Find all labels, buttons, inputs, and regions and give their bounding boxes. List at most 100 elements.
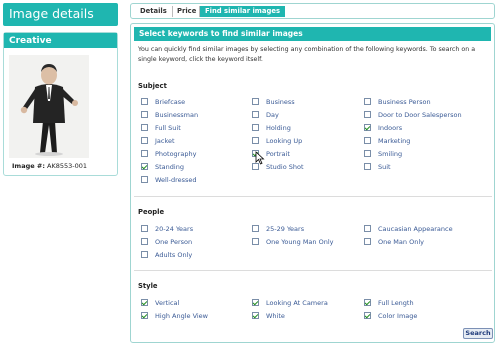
keyword-business: Business	[252, 97, 295, 106]
tab-price[interactable]: Price	[172, 6, 201, 17]
keyword-link[interactable]: Jacket	[155, 137, 175, 145]
keyword-20-24-years: 20-24 Years	[141, 224, 193, 233]
keyword-checkbox[interactable]	[252, 238, 259, 245]
keyword-color-image: Color Image	[364, 311, 417, 320]
keyword-checkbox[interactable]	[141, 176, 148, 183]
keyword-white: White	[252, 311, 285, 320]
mouse-cursor-icon	[255, 151, 265, 165]
tab-details[interactable]: Details	[135, 6, 172, 17]
keyword-link[interactable]: Business	[266, 98, 295, 106]
keyword-link[interactable]: Smiling	[378, 150, 402, 158]
keyword-smiling: Smiling	[364, 149, 402, 158]
keyword-link[interactable]: Business Person	[378, 98, 431, 106]
keyword-link[interactable]: Looking At Camera	[266, 299, 328, 307]
keyword-link[interactable]: Looking Up	[266, 137, 302, 145]
keyword-link[interactable]: Suit	[378, 163, 391, 171]
keyword-link[interactable]: Holding	[266, 124, 291, 132]
keyword-link[interactable]: Color Image	[378, 312, 417, 320]
keyword-checkbox[interactable]	[252, 98, 259, 105]
keyword-indoors: Indoors	[364, 123, 402, 132]
keyword-link[interactable]: Vertical	[155, 299, 179, 307]
keyword-checkbox[interactable]	[141, 150, 148, 157]
keyword-checkbox[interactable]	[364, 111, 371, 118]
keyword-link[interactable]: One Young Man Only	[266, 238, 333, 246]
keyword-link[interactable]: Studio Shot	[266, 163, 304, 171]
find-similar-panel: Select keywords to find similar images Y…	[130, 23, 495, 343]
keyword-checkbox[interactable]	[252, 225, 259, 232]
keyword-checkbox[interactable]	[141, 312, 148, 319]
image-number-label: Image #:	[12, 162, 45, 170]
keyword-jacket: Jacket	[141, 136, 175, 145]
keyword-link[interactable]: Adults Only	[155, 251, 192, 259]
panel-header: Select keywords to find similar images	[134, 27, 491, 41]
keyword-marketing: Marketing	[364, 136, 410, 145]
keyword-link[interactable]: Door to Door Salesperson	[378, 111, 462, 119]
keyword-link[interactable]: One Man Only	[378, 238, 424, 246]
page-title: Image details	[3, 3, 118, 26]
section-title-style: Style	[138, 282, 158, 290]
keyword-checkbox[interactable]	[141, 137, 148, 144]
keyword-link[interactable]: Marketing	[378, 137, 410, 145]
businessman-photo	[9, 55, 89, 158]
search-button[interactable]: Search	[463, 328, 493, 339]
keyword-briefcase: Briefcase	[141, 97, 185, 106]
section-divider	[134, 196, 492, 197]
keyword-link[interactable]: 25-29 Years	[266, 225, 304, 233]
tab-find-similar-images[interactable]: Find similar images	[200, 6, 285, 17]
keyword-link[interactable]: Briefcase	[155, 98, 185, 106]
keyword-checkbox[interactable]	[364, 124, 371, 131]
keyword-checkbox[interactable]	[364, 137, 371, 144]
keyword-link[interactable]: Caucasian Appearance	[378, 225, 453, 233]
keyword-checkbox[interactable]	[141, 163, 148, 170]
image-info-panel: Creative Image #: AK8553-001	[3, 32, 118, 176]
keyword-link[interactable]: Indoors	[378, 124, 402, 132]
image-number-value: AK8553-001	[47, 162, 88, 170]
keyword-checkbox[interactable]	[252, 111, 259, 118]
keyword-adults-only: Adults Only	[141, 250, 192, 259]
keyword-link[interactable]: High Angle View	[155, 312, 208, 320]
keyword-checkbox[interactable]	[141, 251, 148, 258]
keyword-link[interactable]: Photography	[155, 150, 196, 158]
keyword-suit: Suit	[364, 162, 391, 171]
keyword-checkbox[interactable]	[141, 111, 148, 118]
keyword-door-to-door-salesperson: Door to Door Salesperson	[364, 110, 462, 119]
keyword-link[interactable]: Standing	[155, 163, 184, 171]
keyword-checkbox[interactable]	[141, 238, 148, 245]
keyword-standing: Standing	[141, 162, 184, 171]
keyword-photography: Photography	[141, 149, 196, 158]
image-thumbnail[interactable]	[9, 55, 89, 158]
keyword-checkbox[interactable]	[252, 124, 259, 131]
keyword-looking-up: Looking Up	[252, 136, 302, 145]
keyword-checkbox[interactable]	[364, 98, 371, 105]
keyword-checkbox[interactable]	[364, 225, 371, 232]
keyword-checkbox[interactable]	[364, 299, 371, 306]
keyword-checkbox[interactable]	[364, 150, 371, 157]
keyword-link[interactable]: Businessman	[155, 111, 198, 119]
keyword-caucasian-appearance: Caucasian Appearance	[364, 224, 453, 233]
keyword-checkbox[interactable]	[252, 312, 259, 319]
keyword-checkbox[interactable]	[141, 299, 148, 306]
keyword-checkbox[interactable]	[252, 299, 259, 306]
keyword-day: Day	[252, 110, 279, 119]
keyword-checkbox[interactable]	[141, 98, 148, 105]
keyword-checkbox[interactable]	[141, 124, 148, 131]
keyword-link[interactable]: Full Length	[378, 299, 414, 307]
keyword-link[interactable]: Full Suit	[155, 124, 181, 132]
image-number: Image #: AK8553-001	[12, 162, 87, 170]
keyword-link[interactable]: Portrait	[266, 150, 290, 158]
keyword-checkbox[interactable]	[364, 312, 371, 319]
keyword-link[interactable]: Day	[266, 111, 279, 119]
tab-bar: Details Price Find similar images	[130, 3, 495, 19]
keyword-link[interactable]: One Person	[155, 238, 192, 246]
keyword-checkbox[interactable]	[364, 163, 371, 170]
keyword-businessman: Businessman	[141, 110, 198, 119]
keyword-link[interactable]: 20-24 Years	[155, 225, 193, 233]
keyword-checkbox[interactable]	[252, 137, 259, 144]
keyword-checkbox[interactable]	[364, 238, 371, 245]
keyword-checkbox[interactable]	[141, 225, 148, 232]
keyword-business-person: Business Person	[364, 97, 431, 106]
panel-header: Creative	[4, 33, 117, 48]
keyword-high-angle-view: High Angle View	[141, 311, 208, 320]
keyword-link[interactable]: Well-dressed	[155, 176, 197, 184]
keyword-link[interactable]: White	[266, 312, 285, 320]
